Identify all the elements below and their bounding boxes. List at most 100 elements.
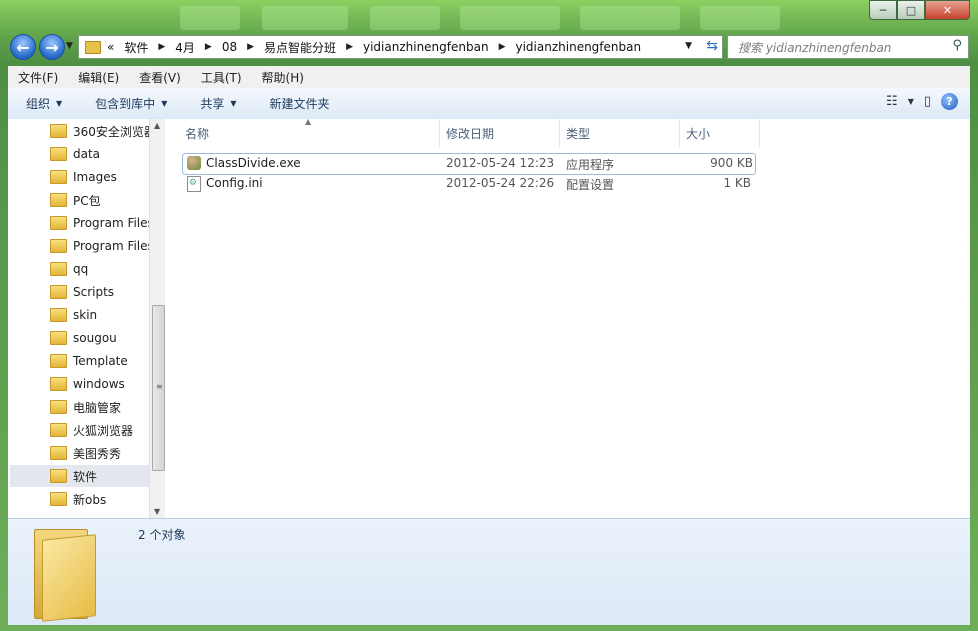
nav-folder[interactable]: 新obs xyxy=(10,488,149,510)
nav-folder-selected[interactable]: 软件 xyxy=(10,465,149,487)
nav-folder-label: qq xyxy=(73,262,89,276)
folder-icon xyxy=(50,285,67,299)
breadcrumb-separator-icon[interactable]: ▶ xyxy=(499,42,506,52)
close-button[interactable]: ✕ xyxy=(925,0,970,20)
search-placeholder: 搜索 yidianzhinengfenban xyxy=(738,41,892,55)
breadcrumb-item[interactable]: 08 xyxy=(222,40,237,54)
breadcrumb-separator-icon[interactable]: ▶ xyxy=(346,42,353,52)
file-size: 1 KB xyxy=(723,176,751,190)
chevron-down-icon: ▼ xyxy=(230,99,237,108)
nav-folder-label: skin xyxy=(73,308,98,322)
recent-pages-dropdown[interactable]: ▼ xyxy=(66,41,73,51)
nav-folder[interactable]: PC包 xyxy=(10,189,149,211)
nav-folder[interactable]: qq xyxy=(10,258,149,280)
nav-folder[interactable]: Program Files xyxy=(10,235,149,257)
breadcrumb-item[interactable]: yidianzhinengfenban xyxy=(516,40,642,54)
new-folder-button[interactable]: 新建文件夹 xyxy=(252,95,345,112)
grip-icon: ≡ xyxy=(156,382,163,391)
nav-folder-label: 新obs xyxy=(73,492,107,507)
maximize-button[interactable]: □ xyxy=(897,0,925,20)
scroll-down-icon[interactable]: ▼ xyxy=(154,507,160,516)
help-icon[interactable]: ? xyxy=(941,93,958,110)
nav-folder[interactable]: 美图秀秀 xyxy=(10,442,149,464)
search-icon[interactable]: ⚲ xyxy=(952,38,962,53)
folder-icon xyxy=(50,469,67,483)
folder-icon xyxy=(50,492,67,506)
file-type: 配置设置 xyxy=(566,178,615,192)
menu-help[interactable]: 帮助(H) xyxy=(252,69,314,86)
large-folder-icon xyxy=(30,529,100,622)
nav-folder[interactable]: Scripts xyxy=(10,281,149,303)
nav-folder[interactable]: Images xyxy=(10,166,149,188)
scrollbar-thumb[interactable]: ≡ xyxy=(152,305,165,471)
menu-view[interactable]: 查看(V) xyxy=(129,69,191,86)
nav-folder[interactable]: 火狐浏览器 xyxy=(10,419,149,441)
details-pane: 2 个对象 xyxy=(8,518,970,625)
folder-icon xyxy=(50,331,67,345)
refresh-icon[interactable]: ⇆ xyxy=(706,38,718,54)
preview-pane-icon[interactable]: ▯ xyxy=(924,94,931,109)
nav-folder[interactable]: skin xyxy=(10,304,149,326)
folder-icon xyxy=(50,193,67,207)
breadcrumb-item[interactable]: 4月 xyxy=(175,39,195,56)
nav-folder[interactable]: sougou xyxy=(10,327,149,349)
nav-folder-label: 软件 xyxy=(73,469,98,484)
title-bar: ─ □ ✕ xyxy=(0,0,978,30)
chevron-down-icon[interactable]: ▼ xyxy=(908,97,914,106)
column-header-modified[interactable]: 修改日期 xyxy=(440,119,560,147)
nav-folder[interactable]: Template xyxy=(10,350,149,372)
exe-icon xyxy=(187,156,201,170)
breadcrumb-separator-icon[interactable]: ▶ xyxy=(205,42,212,52)
item-count: 2 个对象 xyxy=(138,528,186,542)
nav-folder-label: 美图秀秀 xyxy=(73,446,122,461)
breadcrumb-item[interactable]: 软件 xyxy=(124,39,148,56)
address-bar[interactable]: « 软件 ▶ 4月 ▶ 08 ▶ 易点智能分班 ▶ yidianzhinengf… xyxy=(78,35,723,59)
breadcrumb-separator-icon[interactable]: ▶ xyxy=(158,42,165,52)
breadcrumb-item[interactable]: 易点智能分班 xyxy=(264,39,336,56)
folder-icon xyxy=(50,262,67,276)
column-header-name-label: 名称 xyxy=(185,126,210,141)
breadcrumb-separator-icon[interactable]: ▶ xyxy=(247,42,254,52)
scroll-up-icon[interactable]: ▲ xyxy=(154,121,160,130)
file-row[interactable]: Config.ini 2012-05-24 22:26 配置设置 1 KB xyxy=(182,174,754,194)
view-options-icon[interactable]: ☷ xyxy=(886,94,898,109)
address-row: ← → ▼ « 软件 ▶ 4月 ▶ 08 ▶ 易点智能分班 ▶ yidianzh… xyxy=(0,30,978,62)
navigation-scrollbar[interactable]: ▲ ≡ ▼ xyxy=(149,119,166,518)
folder-icon xyxy=(50,377,67,391)
column-header-type-label: 类型 xyxy=(566,126,591,141)
search-input[interactable]: 搜索 yidianzhinengfenban ⚲ xyxy=(727,35,969,59)
menu-bar: 文件(F) 编辑(E) 查看(V) 工具(T) 帮助(H) xyxy=(8,66,970,89)
folder-icon xyxy=(50,147,67,161)
file-modified: 2012-05-24 22:26 xyxy=(446,176,555,190)
column-header-name[interactable]: 名称 xyxy=(165,119,440,147)
include-library-button[interactable]: 包含到库中 ▼ xyxy=(77,95,182,112)
breadcrumb-overflow[interactable]: « xyxy=(107,40,114,54)
column-header-size[interactable]: 大小 xyxy=(680,119,760,147)
organize-button[interactable]: 组织 ▼ xyxy=(8,95,77,112)
minimize-button[interactable]: ─ xyxy=(869,0,897,20)
back-arrow-icon: ← xyxy=(16,37,30,57)
menu-edit[interactable]: 编辑(E) xyxy=(68,69,129,86)
menu-tools[interactable]: 工具(T) xyxy=(191,69,252,86)
file-row-selected[interactable]: ClassDivide.exe 2012-05-24 12:23 应用程序 90… xyxy=(182,153,756,175)
file-size: 900 KB xyxy=(710,156,753,170)
nav-folder-label: 360安全浏览器 xyxy=(73,124,149,139)
organize-label: 组织 xyxy=(26,97,51,111)
column-header-type[interactable]: 类型 xyxy=(560,119,680,147)
share-button[interactable]: 共享 ▼ xyxy=(182,95,251,112)
nav-folder[interactable]: 电脑管家 xyxy=(10,396,149,418)
nav-folder[interactable]: Program Files xyxy=(10,212,149,234)
menu-file[interactable]: 文件(F) xyxy=(8,69,68,86)
column-header-modified-label: 修改日期 xyxy=(446,126,495,141)
nav-folder[interactable]: data xyxy=(10,143,149,165)
address-dropdown-icon[interactable]: ▼ xyxy=(685,41,692,51)
file-name: Config.ini xyxy=(206,176,263,190)
nav-folder-label: Template xyxy=(73,354,128,368)
folder-icon xyxy=(50,423,67,437)
nav-folder[interactable]: windows xyxy=(10,373,149,395)
nav-folder[interactable]: 360安全浏览器 xyxy=(10,120,149,142)
breadcrumb-item[interactable]: yidianzhinengfenban xyxy=(363,40,489,54)
file-modified: 2012-05-24 12:23 xyxy=(446,156,555,170)
back-button[interactable]: ← xyxy=(10,34,36,60)
forward-button[interactable]: → xyxy=(39,34,65,60)
